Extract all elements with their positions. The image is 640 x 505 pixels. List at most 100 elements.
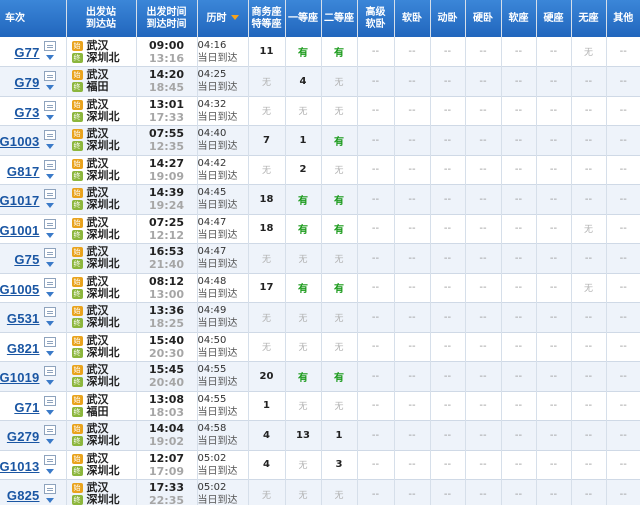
list-icon[interactable] (43, 425, 56, 435)
seat-cell[interactable]: -- (606, 214, 640, 244)
table-row[interactable]: G77 始武汉终深圳北 09:00 13:16 04:16 当日到达 11 有有 -- -- -- -… (0, 37, 640, 67)
seat-cell[interactable]: 13 (285, 420, 322, 450)
chevron-down-icon[interactable] (44, 173, 56, 181)
seat-cell[interactable]: -- (501, 96, 537, 126)
list-icon[interactable] (43, 218, 56, 229)
train-number-link[interactable]: G817 (7, 164, 40, 179)
table-row[interactable]: G1005 始武汉终深圳北 08:12 13:00 04:48 当日到达 17 有有 -- -- -… (0, 273, 640, 303)
seat-cell[interactable]: -- (501, 125, 537, 155)
seat-cell[interactable]: -- (430, 479, 466, 505)
seat-cell[interactable]: 无 (248, 479, 286, 505)
seat-cell[interactable]: -- (394, 243, 431, 273)
list-icon[interactable] (43, 71, 56, 81)
seat-cell[interactable]: -- (606, 37, 640, 67)
seat-cell[interactable]: 无 (285, 302, 322, 332)
seat-cell[interactable]: 无 (571, 214, 607, 244)
seat-cell[interactable]: -- (430, 450, 466, 480)
seat-cell[interactable]: 无 (285, 332, 322, 362)
seat-cell[interactable]: -- (536, 361, 572, 391)
chevron-down-icon[interactable] (44, 143, 56, 151)
chevron-down-icon[interactable] (44, 438, 56, 446)
chevron-down-icon[interactable] (44, 379, 56, 387)
seat-cell[interactable]: -- (465, 479, 502, 505)
seat-cell[interactable]: -- (357, 243, 395, 273)
seat-cell[interactable]: 有 (285, 184, 322, 214)
seat-cell[interactable]: 有 (321, 125, 358, 155)
train-number-link[interactable]: G1001 (0, 223, 40, 238)
train-number-link[interactable]: G1017 (0, 193, 40, 208)
seat-cell[interactable]: -- (571, 155, 607, 185)
seat-cell[interactable]: -- (501, 420, 537, 450)
seat-cell[interactable]: -- (394, 391, 431, 421)
seat-cell[interactable]: -- (394, 214, 431, 244)
seat-cell[interactable]: -- (357, 361, 395, 391)
seat-cell[interactable]: -- (394, 332, 431, 362)
seat-cell[interactable]: -- (606, 96, 640, 126)
seat-cell[interactable]: -- (394, 479, 431, 505)
seat-cell[interactable]: -- (394, 125, 431, 155)
chevron-down-icon[interactable] (44, 84, 56, 92)
seat-cell[interactable]: -- (536, 332, 572, 362)
chevron-down-icon[interactable] (44, 497, 56, 505)
seat-cell[interactable]: 4 (248, 420, 286, 450)
seat-cell[interactable]: -- (357, 66, 395, 96)
table-row[interactable]: G825 始武汉终深圳北 17:33 22:35 05:02 当日到达无无无 -- -- -- -… (0, 479, 640, 505)
chevron-down-icon[interactable] (44, 320, 56, 328)
table-row[interactable]: G821 始武汉终深圳北 15:40 20:30 04:50 当日到达无无无 -- -- -- -… (0, 332, 640, 362)
seat-cell[interactable]: -- (430, 125, 466, 155)
seat-cell[interactable]: -- (394, 155, 431, 185)
seat-cell[interactable]: -- (571, 361, 607, 391)
seat-cell[interactable]: -- (394, 361, 431, 391)
seat-cell[interactable]: -- (501, 37, 537, 67)
seat-cell[interactable]: 无 (248, 332, 286, 362)
seat-cell[interactable]: -- (536, 420, 572, 450)
chevron-down-icon[interactable] (44, 291, 56, 299)
seat-cell[interactable]: -- (465, 302, 502, 332)
seat-cell[interactable]: -- (465, 273, 502, 303)
list-icon[interactable] (43, 159, 56, 170)
list-icon[interactable] (43, 248, 56, 258)
seat-cell[interactable]: -- (501, 155, 537, 185)
chevron-down-icon[interactable] (44, 261, 56, 269)
table-row[interactable]: G1017 始武汉终深圳北 14:39 19:24 04:45 当日到达 18 有有 -- -- -… (0, 184, 640, 214)
seat-cell[interactable]: 无 (321, 243, 358, 273)
seat-cell[interactable]: -- (465, 243, 502, 273)
train-number-link[interactable]: G75 (14, 252, 39, 267)
seat-cell[interactable]: 无 (321, 302, 358, 332)
seat-cell[interactable]: 无 (321, 155, 358, 185)
seat-cell[interactable]: -- (357, 184, 395, 214)
seat-cell[interactable]: 无 (321, 96, 358, 126)
seat-cell[interactable]: -- (465, 361, 502, 391)
seat-cell[interactable]: 4 (285, 66, 322, 96)
seat-cell[interactable]: -- (606, 362, 640, 392)
seat-cell[interactable]: -- (357, 391, 395, 421)
seat-cell[interactable]: -- (465, 214, 502, 244)
train-number-link[interactable]: G279 (7, 429, 40, 444)
chevron-down-icon[interactable] (44, 409, 56, 417)
seat-cell[interactable]: 无 (285, 96, 322, 126)
list-icon[interactable] (43, 454, 56, 465)
seat-cell[interactable]: 2 (285, 155, 322, 185)
seat-cell[interactable]: -- (430, 155, 466, 185)
seat-cell[interactable]: -- (606, 332, 640, 362)
seat-cell[interactable]: -- (571, 96, 607, 126)
seat-cell[interactable]: -- (357, 302, 395, 332)
seat-cell[interactable]: 无 (248, 66, 286, 96)
seat-cell[interactable]: -- (606, 303, 640, 333)
seat-cell[interactable]: -- (571, 66, 607, 96)
seat-cell[interactable]: -- (606, 67, 640, 97)
seat-cell[interactable]: -- (501, 332, 537, 362)
train-number-link[interactable]: G79 (14, 75, 39, 90)
seat-cell[interactable]: 有 (321, 37, 358, 67)
seat-cell[interactable]: -- (394, 420, 431, 450)
seat-cell[interactable]: -- (465, 66, 502, 96)
seat-cell[interactable]: 有 (321, 361, 358, 391)
seat-cell[interactable]: -- (394, 273, 431, 303)
seat-cell[interactable]: 18 (248, 184, 286, 214)
table-row[interactable]: G75 始武汉终深圳北 16:53 21:40 04:47 当日到达无无无 -- -- -- --… (0, 243, 640, 273)
seat-cell[interactable]: -- (606, 391, 640, 421)
seat-cell[interactable]: 无 (321, 479, 358, 505)
seat-cell[interactable]: -- (536, 155, 572, 185)
table-row[interactable]: G1013 始武汉终深圳北 12:07 17:09 05:02 当日到达 4 无 3 -- -- --… (0, 450, 640, 480)
seat-cell[interactable]: 无 (321, 332, 358, 362)
